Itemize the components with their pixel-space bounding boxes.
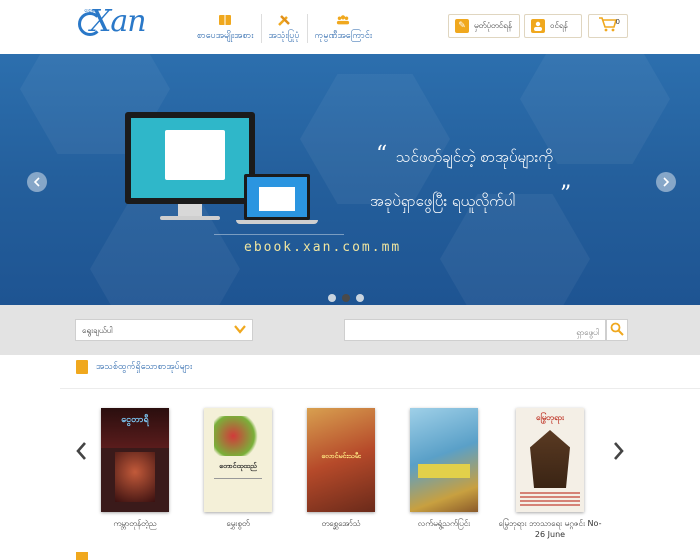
slider-dot[interactable]: [356, 294, 364, 302]
cover-title: လောင်မင်းသမီး: [321, 452, 361, 460]
user-icon: [531, 19, 545, 33]
carousel-next-button[interactable]: [612, 440, 626, 462]
decor-hex: [300, 74, 450, 204]
book-card[interactable]: မြွေဘုရား မြွေဘုရား ဘာသာရေး မဂ္ဂဇင်း No-…: [499, 408, 601, 539]
banner-tagline-2: အခုပဲရှာဖွေပြီး ရယူလိုက်ပါ: [370, 192, 515, 210]
laptop-keyboard: [236, 220, 318, 224]
book-cover[interactable]: ငွေတာရီ: [101, 408, 169, 512]
nav-item-categories[interactable]: စာပေအမျိုးအစား: [190, 14, 262, 43]
books-icon: [76, 360, 88, 374]
close-quote: ”: [560, 182, 572, 207]
book-cover[interactable]: တောင်ထုထည်: [204, 408, 272, 512]
main-nav: စာပေအမျိုးအစား အသုံးပြုပုံ ကုမ္ပဏီအကြောင…: [190, 14, 379, 43]
cover-title: မြွေဘုရား: [535, 413, 565, 422]
login-label: ဝင်ရန်: [550, 21, 568, 30]
slider-dot[interactable]: [328, 294, 336, 302]
search-input[interactable]: [345, 322, 605, 343]
search-field[interactable]: [344, 319, 606, 343]
monitor-base: [160, 216, 220, 220]
monitor-illustration: [125, 112, 255, 204]
new-books-heading: အသစ်ထွက်ရှိသောစာအုပ်များ: [76, 360, 192, 374]
tools-icon: [277, 14, 291, 26]
chevron-down-icon: [234, 324, 246, 336]
book-icon: [218, 14, 232, 26]
book-card[interactable]: လက်မရွံ့သက်ပြင်း: [410, 408, 478, 528]
book-title[interactable]: မွှေးစွတ်: [184, 518, 292, 529]
book-title[interactable]: မြွေဘုရား ဘာသာရေး မဂ္ဂဇင်း No-26 June: [496, 518, 604, 540]
people-icon: [336, 14, 350, 26]
register-button[interactable]: ✎ မှတ်ပုံတင်ရန်: [448, 14, 520, 38]
search-button[interactable]: [606, 319, 628, 341]
banner-tagline-1: သင်ဖတ်ချင်တဲ့ စာအုပ်များကို: [396, 148, 554, 166]
divider: [60, 388, 700, 389]
category-select-value: ရွေးချယ်ပါ: [82, 326, 113, 335]
cover-title: တောင်ထုထည်: [219, 462, 257, 470]
register-label: မှတ်ပုံတင်ရန်: [474, 21, 512, 30]
hero-banner: ebook.xan.com.mm “ သင်ဖတ်ချင်တဲ့ စာအုပ်မ…: [0, 54, 700, 305]
book-title[interactable]: တစ္ဆေအော်သံ: [287, 518, 395, 529]
banner-url: ebook.xan.com.mm: [244, 240, 402, 255]
search-bar: ရွေးချယ်ပါ: [0, 305, 700, 355]
page: ဈေး Xan စာပေအမျိုးအစား အသုံးပြုပုံ ကုမ္ပ…: [0, 0, 700, 560]
nav-label-about: ကုမ္ပဏီအကြောင်း: [314, 31, 373, 41]
open-quote: “: [376, 142, 388, 167]
book-cover[interactable]: [410, 408, 478, 512]
nav-item-about[interactable]: ကုမ္ပဏီအကြောင်း: [308, 14, 380, 43]
section-icon: [76, 552, 88, 560]
cart-count: 0: [615, 18, 620, 26]
book-title[interactable]: လက်မရွံ့သက်ပြင်း: [390, 518, 498, 529]
book-title[interactable]: ကမ္ဘာတုန်တဲ့ည: [81, 518, 189, 529]
book-card[interactable]: ငွေတာရီ ကမ္ဘာတုန်တဲ့ည: [101, 408, 169, 528]
book-card[interactable]: လောင်မင်းသမီး တစ္ဆေအော်သံ: [307, 408, 375, 528]
nav-label-categories: စာပေအမျိုးအစား: [197, 31, 254, 41]
search-icon: [610, 321, 624, 340]
login-button[interactable]: ဝင်ရန်: [524, 14, 582, 38]
banner-next-button[interactable]: [656, 172, 676, 192]
nav-item-howto[interactable]: အသုံးပြုပုံ: [262, 14, 308, 43]
url-divider: [214, 234, 344, 235]
laptop-illustration: [244, 174, 310, 220]
book-cover[interactable]: လောင်မင်းသမီး: [307, 408, 375, 512]
logo-text: Xan: [90, 4, 147, 39]
header: ဈေး Xan စာပေအမျိုးအစား အသုံးပြုပုံ ကုမ္ပ…: [0, 0, 700, 54]
cover-title: ငွေတာရီ: [121, 415, 149, 425]
banner-prev-button[interactable]: [27, 172, 47, 192]
slider-dot-active[interactable]: [342, 294, 350, 302]
cart-button[interactable]: 0: [588, 14, 628, 38]
section-title: အသစ်ထွက်ရှိသောစာအုပ်များ: [96, 361, 193, 372]
book-card[interactable]: တောင်ထုထည် မွှေးစွတ်: [204, 408, 272, 528]
nav-label-howto: အသုံးပြုပုံ: [268, 31, 300, 41]
category-select[interactable]: ရွေးချယ်ပါ: [75, 319, 253, 341]
logo[interactable]: ဈေး Xan: [76, 4, 166, 42]
book-cover[interactable]: မြွေဘုရား: [516, 408, 584, 512]
edit-icon: ✎: [455, 19, 469, 33]
carousel-prev-button[interactable]: [74, 440, 88, 462]
slider-dots: [328, 294, 370, 302]
